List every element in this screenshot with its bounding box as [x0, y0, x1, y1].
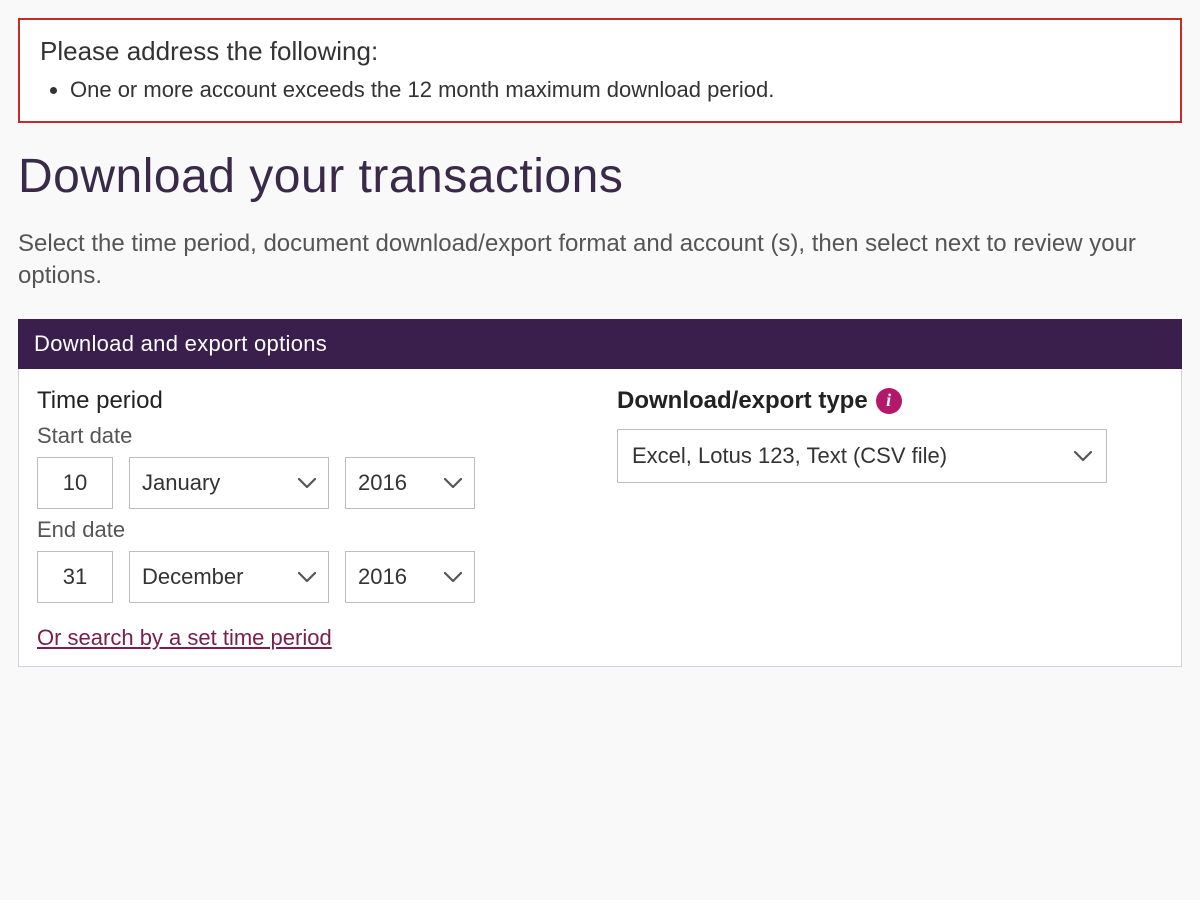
- chevron-down-icon: [444, 571, 462, 583]
- end-day-select[interactable]: 31: [37, 551, 113, 603]
- end-date-row: 31 December 2016: [37, 551, 557, 603]
- chevron-down-icon: [298, 477, 316, 489]
- validation-error-list: One or more account exceeds the 12 month…: [40, 77, 1160, 103]
- start-year-value: 2016: [358, 470, 407, 496]
- validation-error-title: Please address the following:: [40, 36, 1160, 67]
- page-title: Download your transactions: [18, 149, 1182, 204]
- validation-error-box: Please address the following: One or mor…: [18, 18, 1182, 123]
- chevron-down-icon: [1074, 450, 1092, 462]
- chevron-down-icon: [444, 477, 462, 489]
- end-day-value: 31: [63, 564, 87, 590]
- start-year-select[interactable]: 2016: [345, 457, 475, 509]
- export-type-label: Download/export type: [617, 387, 868, 415]
- start-month-select[interactable]: January: [129, 457, 329, 509]
- start-date-label: Start date: [37, 423, 557, 449]
- options-panel-body: Time period Start date 10 January 2016: [18, 369, 1182, 667]
- time-period-label: Time period: [37, 387, 557, 415]
- end-date-label: End date: [37, 517, 557, 543]
- export-type-select[interactable]: Excel, Lotus 123, Text (CSV file): [617, 429, 1107, 483]
- info-icon[interactable]: i: [876, 388, 902, 414]
- export-type-column: Download/export type i Excel, Lotus 123,…: [617, 387, 1163, 652]
- time-period-column: Time period Start date 10 January 2016: [37, 387, 557, 652]
- start-day-value: 10: [63, 470, 87, 496]
- options-panel-header: Download and export options: [18, 319, 1182, 369]
- chevron-down-icon: [298, 571, 316, 583]
- page-intro: Select the time period, document downloa…: [18, 228, 1182, 293]
- start-day-select[interactable]: 10: [37, 457, 113, 509]
- end-year-value: 2016: [358, 564, 407, 590]
- end-year-select[interactable]: 2016: [345, 551, 475, 603]
- end-month-value: December: [142, 564, 243, 590]
- start-month-value: January: [142, 470, 220, 496]
- start-date-row: 10 January 2016: [37, 457, 557, 509]
- search-set-period-link[interactable]: Or search by a set time period: [37, 625, 332, 652]
- export-type-value: Excel, Lotus 123, Text (CSV file): [632, 443, 947, 469]
- end-month-select[interactable]: December: [129, 551, 329, 603]
- validation-error-item: One or more account exceeds the 12 month…: [70, 77, 1160, 103]
